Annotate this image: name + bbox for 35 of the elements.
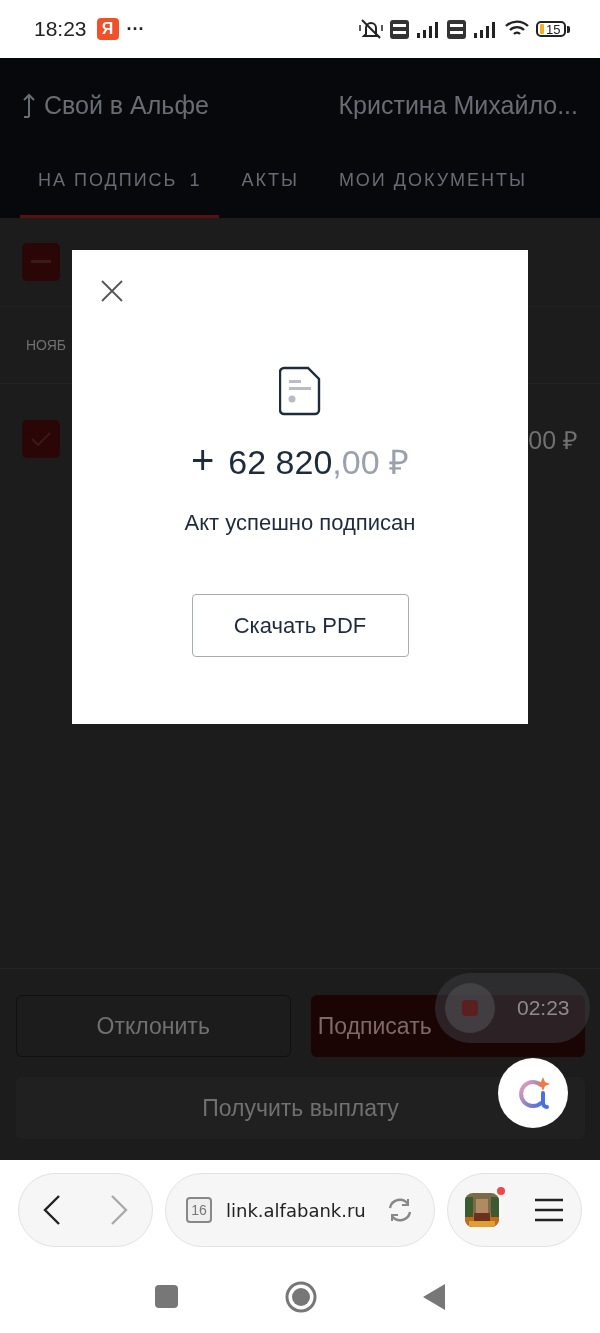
plus-sign: + [190, 438, 215, 483]
download-pdf-button[interactable]: Скачать PDF [191, 594, 409, 657]
close-icon [101, 280, 123, 302]
act-checkbox[interactable] [22, 420, 60, 458]
recording-time: 02:23 [517, 996, 570, 1020]
success-message: Акт успешно подписан [184, 510, 416, 536]
user-name[interactable]: Кристина Михайло... [338, 90, 578, 120]
more-notifications: ··· [126, 18, 145, 40]
muted-bell-icon [358, 18, 384, 40]
up-arrow-icon[interactable] [22, 92, 36, 118]
app-title: Свой в Альфе [44, 90, 210, 120]
reject-button[interactable]: Отклонить [16, 995, 291, 1057]
select-all-checkbox[interactable] [22, 243, 60, 281]
home-button[interactable] [285, 1280, 317, 1313]
signal-icon [415, 19, 441, 39]
back-nav-button[interactable] [423, 1283, 445, 1310]
address-bar[interactable]: link.alfabank.ru [226, 1199, 372, 1221]
signed-amount: 62 820,00 ₽ [228, 442, 410, 483]
menu-icon[interactable] [533, 1198, 564, 1222]
screen-recording-toast[interactable]: 02:23 [435, 973, 590, 1043]
act-amount: 00 ₽ [528, 425, 578, 456]
back-button[interactable] [42, 1194, 63, 1226]
tab[interactable]: АКТЫ [223, 146, 317, 218]
notification-dot-icon [497, 1187, 506, 1195]
clock-time: 18:23 [34, 17, 87, 41]
recent-apps-button[interactable] [155, 1284, 179, 1309]
app-notification-icon: Я [96, 18, 119, 40]
document-icon [279, 366, 321, 416]
signal-icon [472, 19, 498, 39]
tab[interactable]: НА ПОДПИСЬ 1 [20, 146, 220, 218]
tab[interactable]: МОИ ДОКУМЕНТЫ [320, 146, 546, 218]
get-payout-button[interactable]: Получить выплату [16, 1077, 585, 1139]
reload-icon[interactable] [386, 1196, 414, 1224]
tab-count-button[interactable]: 16 [186, 1197, 212, 1223]
tab-count: 1 [189, 170, 202, 191]
